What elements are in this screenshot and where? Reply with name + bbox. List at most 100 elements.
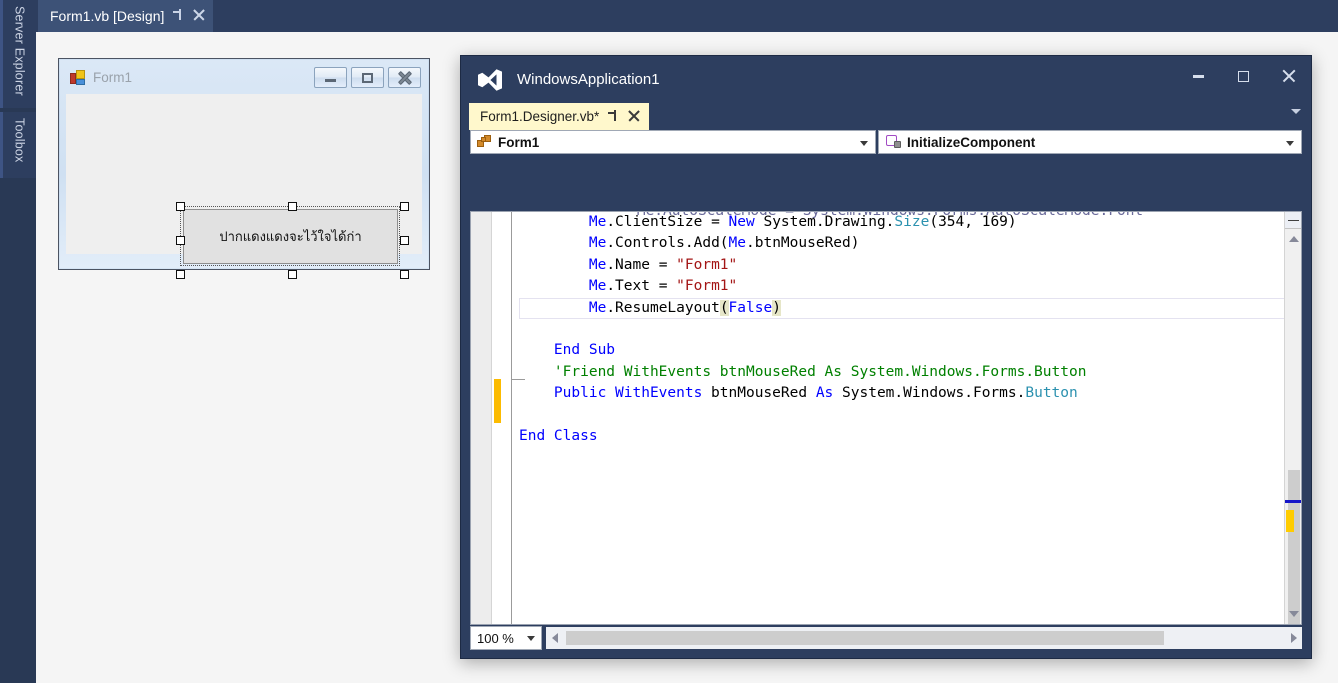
tab-overflow-chevron-down-icon[interactable]: [1291, 109, 1301, 114]
code-token: "Form1": [676, 256, 738, 273]
close-icon[interactable]: [1266, 56, 1311, 96]
indicator-margin[interactable]: [471, 212, 492, 624]
code-editor-surface[interactable]: Me.AutoScaleMode = System.Windows.Forms.…: [470, 211, 1302, 625]
close-icon[interactable]: [628, 110, 640, 124]
code-token: (354, 169): [929, 214, 1017, 230]
member-dropdown-value: InitializeComponent: [907, 134, 1036, 150]
document-tab-row: Form1.Designer.vb*: [461, 103, 1311, 130]
code-line[interactable]: 'Friend WithEvents btnMouseRed As System…: [519, 362, 1301, 383]
outlining-margin[interactable]: [505, 212, 525, 624]
code-token: Public WithEvents: [553, 385, 703, 402]
code-line[interactable]: [519, 405, 1301, 426]
chevron-down-icon[interactable]: [527, 636, 535, 641]
split-view-icon[interactable]: [1285, 212, 1301, 229]
arrow-left-icon[interactable]: [546, 627, 563, 649]
form-window-buttons: [314, 67, 421, 88]
code-line[interactable]: End Class: [519, 426, 1301, 447]
form-designer-surface[interactable]: Form1 ปากแดงแดงจะไว้ใจได้ก่า: [58, 58, 430, 279]
form-client-area[interactable]: ปากแดงแดงจะไว้ใจได้ก่า: [66, 94, 422, 279]
resize-handle-top-right[interactable]: [400, 202, 409, 211]
code-editor-window[interactable]: WindowsApplication1 Form1.Designer.vb* F…: [460, 55, 1312, 659]
arrow-up-icon[interactable]: [1285, 230, 1301, 247]
minimize-icon[interactable]: [1176, 56, 1221, 96]
unsaved-change-marker: [1286, 510, 1294, 532]
code-token: .Controls.Add(: [606, 235, 729, 252]
code-token: .Text =: [606, 278, 677, 295]
sidebar-item-label: Server Explorer: [12, 6, 27, 96]
btn-mouse-red[interactable]: ปากแดงแดงจะไว้ใจได้ก่า: [183, 209, 398, 264]
selected-control-wrapper[interactable]: ปากแดงแดงจะไว้ใจได้ก่า: [174, 200, 409, 279]
form-maximize-button[interactable]: [351, 67, 384, 88]
visual-studio-logo-icon: [477, 68, 503, 92]
code-token: System.Windows.Forms.: [833, 385, 1026, 402]
zoom-level-dropdown[interactable]: 100 %: [470, 626, 542, 650]
vb-form-icon: [70, 69, 85, 85]
sidebar-item-toolbox[interactable]: Toolbox: [0, 112, 36, 178]
code-token: Me: [588, 256, 607, 273]
type-dropdown[interactable]: Form1: [470, 130, 876, 154]
pin-icon[interactable]: [608, 109, 619, 124]
code-window-title-bar[interactable]: WindowsApplication1: [461, 56, 1311, 103]
editor-status-bar: 100 %: [470, 626, 1302, 650]
arrow-right-icon[interactable]: [1285, 627, 1302, 649]
code-token: Me: [588, 235, 607, 252]
sidebar-item-server-explorer[interactable]: Server Explorer: [0, 0, 36, 108]
close-icon[interactable]: [193, 9, 205, 23]
scrollbar-thumb[interactable]: [1288, 470, 1300, 624]
pin-icon[interactable]: [173, 9, 184, 23]
maximize-icon[interactable]: [1221, 56, 1266, 96]
code-token: Button: [1025, 385, 1078, 402]
code-line[interactable]: Me.ClientSize = New System.Drawing.Size(…: [519, 212, 1301, 233]
code-token: .ClientSize =: [606, 214, 729, 230]
app-root: Server Explorer Toolbox Form1.vb [Design…: [0, 0, 1338, 683]
vertical-scrollbar[interactable]: [1284, 212, 1301, 624]
code-line[interactable]: Public WithEvents btnMouseRed As System.…: [519, 383, 1301, 404]
code-line[interactable]: Me.Name = "Form1": [519, 255, 1301, 276]
form-minimize-button[interactable]: [314, 67, 347, 88]
resize-handle-middle-left[interactable]: [176, 236, 185, 245]
chevron-down-icon[interactable]: [1286, 141, 1294, 146]
code-line[interactable]: End Sub: [519, 340, 1301, 361]
code-token: 'Friend WithEvents btnMouseRed As System…: [553, 363, 1087, 380]
chevron-down-icon[interactable]: [860, 141, 868, 146]
arrow-down-icon[interactable]: [1285, 605, 1301, 622]
resize-handle-bottom-right[interactable]: [400, 270, 409, 279]
code-line[interactable]: Me.ResumeLayout(False): [519, 298, 1301, 319]
resize-handle-bottom-center[interactable]: [288, 270, 297, 279]
zoom-level-value: 100 %: [477, 630, 514, 646]
designer-tab-row: Form1.vb [Design]: [36, 0, 1338, 32]
resize-handle-top-center[interactable]: [288, 202, 297, 211]
code-text[interactable]: Me.AutoScaleMode = System.Windows.Forms.…: [519, 212, 1301, 624]
code-line[interactable]: [519, 319, 1301, 340]
code-token: System.Drawing.: [754, 214, 895, 230]
tab-form1-design[interactable]: Form1.vb [Design]: [38, 0, 214, 32]
left-dock-strip: Server Explorer Toolbox: [0, 0, 36, 683]
window-controls: [1176, 56, 1311, 103]
code-token: btnMouseRed: [702, 385, 816, 402]
code-line[interactable]: Me.Text = "Form1": [519, 276, 1301, 297]
code-token: .btnMouseRed): [746, 235, 860, 252]
code-token: .ResumeLayout: [606, 299, 720, 316]
code-token: False: [728, 299, 773, 316]
form-close-button[interactable]: [388, 67, 421, 88]
form-title: Form1: [93, 69, 133, 85]
type-dropdown-value: Form1: [498, 134, 540, 150]
tab-label: Form1.vb [Design]: [50, 8, 165, 24]
member-dropdown[interactable]: InitializeComponent: [878, 130, 1302, 154]
resize-handle-middle-right[interactable]: [400, 236, 409, 245]
code-token: .Name =: [606, 256, 677, 273]
tab-form1-designer-vb[interactable]: Form1.Designer.vb*: [469, 103, 650, 130]
code-line[interactable]: Me.Controls.Add(Me.btnMouseRed): [519, 233, 1301, 254]
horizontal-scrollbar[interactable]: [546, 627, 1302, 649]
code-token: Me: [588, 299, 607, 316]
resize-handle-top-left[interactable]: [176, 202, 185, 211]
resize-handle-bottom-left[interactable]: [176, 270, 185, 279]
sidebar-item-label: Toolbox: [12, 118, 27, 163]
code-token: Size: [894, 214, 930, 230]
scrollbar-thumb[interactable]: [566, 631, 1164, 645]
code-token: Me: [728, 235, 746, 252]
method-private-icon: [885, 135, 901, 149]
code-token: As: [815, 385, 834, 402]
code-token: "Form1": [676, 278, 738, 295]
code-token: Me: [588, 278, 607, 295]
